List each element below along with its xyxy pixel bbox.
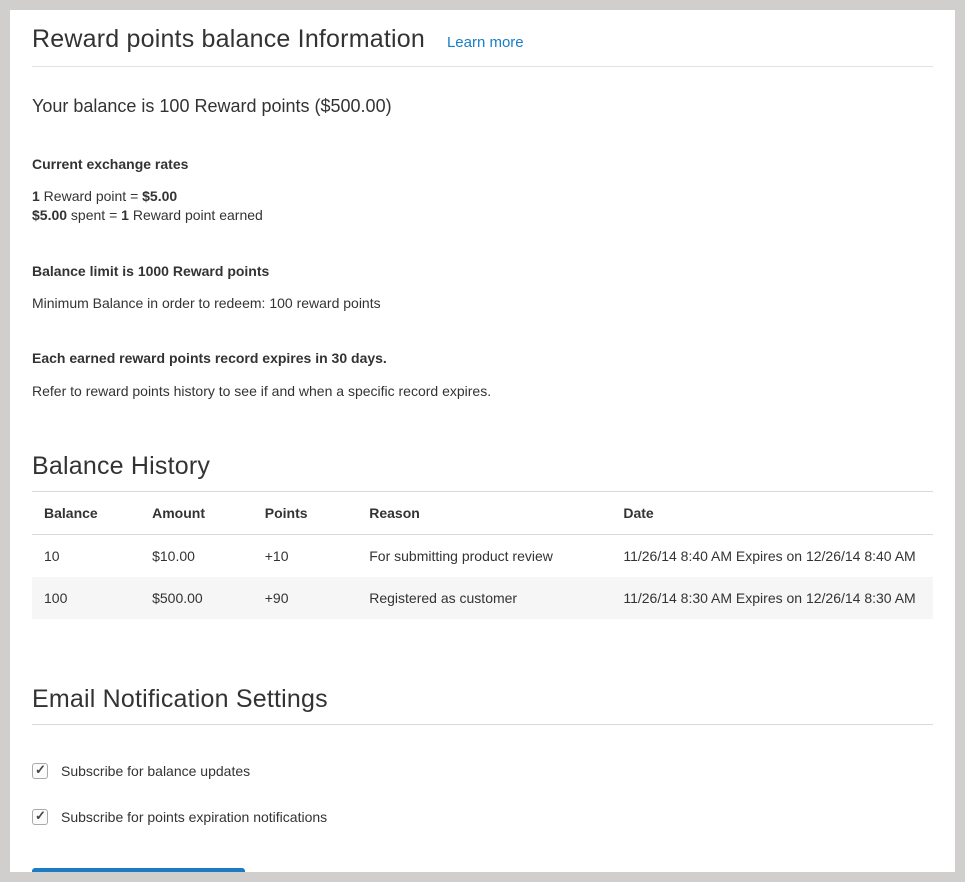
rate-money-value: $5.00 — [32, 207, 67, 223]
balance-limit-notice: Balance limit is 1000 Reward points — [32, 262, 933, 280]
cell-balance: 10 — [32, 535, 140, 578]
column-header-balance: Balance — [32, 492, 140, 535]
table-header-row: Balance Amount Points Reason Date — [32, 492, 933, 535]
exchange-rate-earning: 1 Reward point = $5.00 — [32, 187, 933, 206]
cell-balance: 100 — [32, 577, 140, 619]
subscribe-expiration-checkbox[interactable] — [32, 809, 48, 825]
balance-summary: Your balance is 100 Reward points ($500.… — [32, 96, 933, 118]
subscribe-balance-updates-row: Subscribe for balance updates — [32, 763, 933, 779]
reward-points-panel: Reward points balance Information Learn … — [10, 10, 955, 872]
subscribe-expiration-row: Subscribe for points expiration notifica… — [32, 809, 933, 825]
page-background: Reward points balance Information Learn … — [0, 0, 965, 882]
save-subscription-settings-button[interactable]: Save Subscription Settings — [32, 868, 245, 872]
balance-history-heading: Balance History — [32, 451, 933, 492]
subscribe-balance-updates-label[interactable]: Subscribe for balance updates — [61, 763, 250, 779]
rate-text: spent = — [67, 207, 121, 223]
column-header-points: Points — [253, 492, 358, 535]
balance-history-table: Balance Amount Points Reason Date 10 $10… — [32, 492, 933, 619]
rate-text: Reward point earned — [129, 207, 263, 223]
panel-header: Reward points balance Information Learn … — [32, 24, 933, 67]
learn-more-link[interactable]: Learn more — [447, 34, 524, 51]
minimum-balance-notice: Minimum Balance in order to redeem: 100 … — [32, 294, 933, 312]
subscribe-expiration-label[interactable]: Subscribe for points expiration notifica… — [61, 809, 327, 825]
expiration-note: Refer to reward points history to see if… — [32, 382, 933, 400]
subscribe-balance-updates-checkbox[interactable] — [32, 763, 48, 779]
column-header-amount: Amount — [140, 492, 253, 535]
cell-amount: $500.00 — [140, 577, 253, 619]
expiration-notice: Each earned reward points record expires… — [32, 349, 933, 367]
exchange-rates-heading: Current exchange rates — [32, 155, 933, 173]
rate-text: Reward point = — [40, 188, 142, 204]
cell-reason: Registered as customer — [357, 577, 611, 619]
table-row: 100 $500.00 +90 Registered as customer 1… — [32, 577, 933, 619]
cell-reason: For submitting product review — [357, 535, 611, 578]
rate-points-value: 1 — [32, 188, 40, 204]
cell-points: +10 — [253, 535, 358, 578]
column-header-date: Date — [611, 492, 933, 535]
rate-money-value: $5.00 — [142, 188, 177, 204]
column-header-reason: Reason — [357, 492, 611, 535]
email-settings-heading: Email Notification Settings — [32, 684, 933, 725]
cell-date: 11/26/14 8:40 AM Expires on 12/26/14 8:4… — [611, 535, 933, 578]
rate-points-value: 1 — [121, 207, 129, 223]
page-title: Reward points balance Information — [32, 24, 425, 55]
cell-date: 11/26/14 8:30 AM Expires on 12/26/14 8:3… — [611, 577, 933, 619]
table-row: 10 $10.00 +10 For submitting product rev… — [32, 535, 933, 578]
exchange-rate-spending: $5.00 spent = 1 Reward point earned — [32, 206, 933, 225]
cell-points: +90 — [253, 577, 358, 619]
cell-amount: $10.00 — [140, 535, 253, 578]
